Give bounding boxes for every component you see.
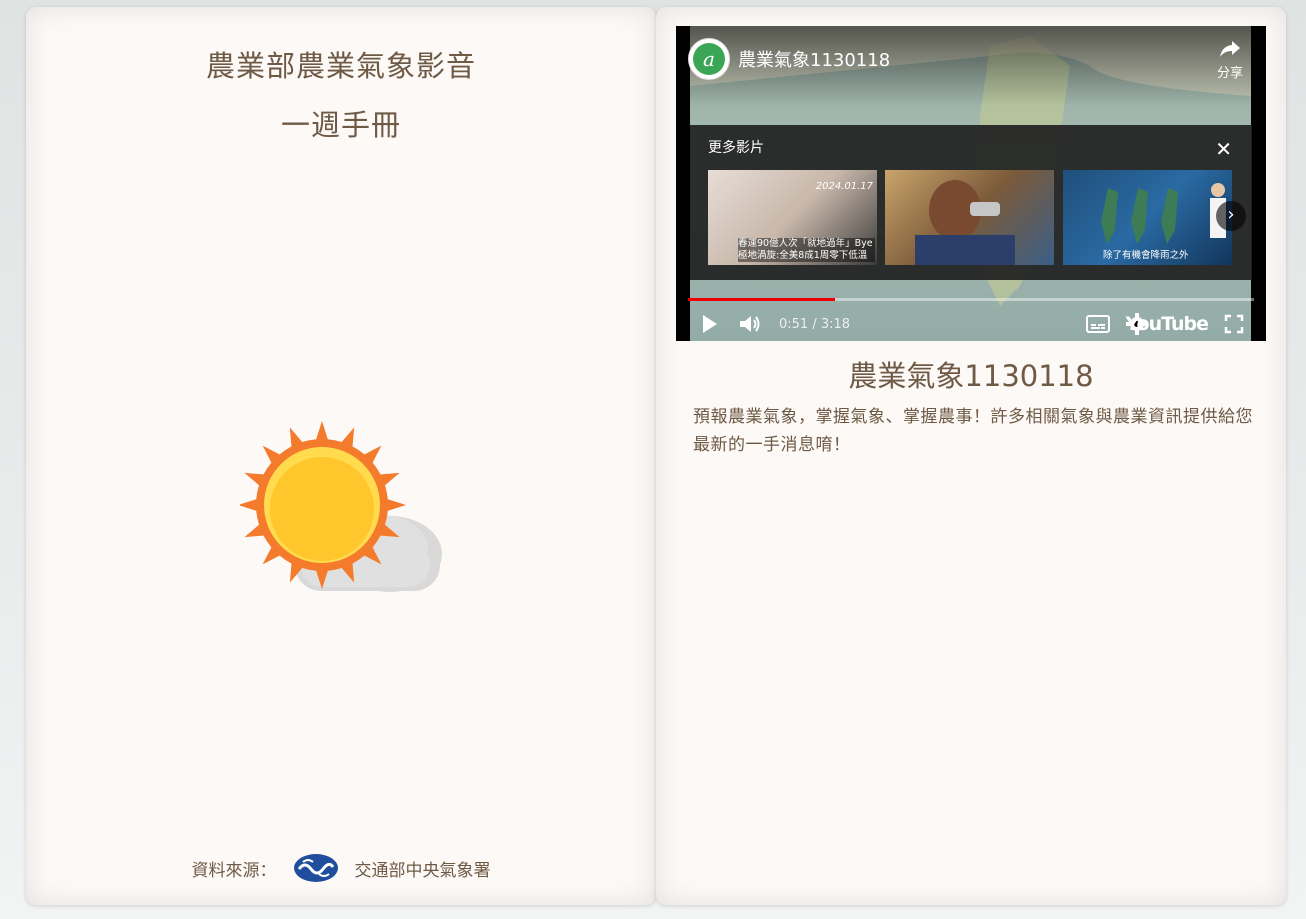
video-title[interactable]: 農業氣象1130118 <box>738 46 890 72</box>
right-page: a 農業氣象1130118 分享 更多影片 ✕ 2024.01.17 春運90億… <box>656 7 1286 905</box>
player-controls: 0:51 / 3:18 YouTube <box>676 308 1266 340</box>
video-thumbnail[interactable]: 除了有機會降雨之外 <box>1063 170 1232 265</box>
more-videos-panel: 更多影片 ✕ 2024.01.17 春運90億人次「就地過年」Bye 極地渦旋:… <box>690 125 1252 280</box>
play-button[interactable] <box>700 308 720 340</box>
thumbnail-caption: 除了有機會降雨之外 <box>1103 250 1189 261</box>
fullscreen-button[interactable] <box>1224 308 1244 340</box>
youtube-logo[interactable]: YouTube <box>1126 308 1209 340</box>
page-subtitle: 一週手冊 <box>280 108 401 142</box>
close-icon[interactable]: ✕ <box>1215 137 1232 161</box>
channel-logo-icon[interactable]: a <box>688 38 730 80</box>
subtitles-icon <box>1086 315 1110 333</box>
thumbnail-caption: 春運90億人次「就地過年」Bye 極地渦旋:全美8成1周零下低溫 <box>738 238 875 262</box>
page-title: 農業部農業氣象影音 <box>205 49 476 83</box>
article-title: 農業氣象1130118 <box>848 359 1094 393</box>
progress-bar[interactable] <box>688 298 1254 301</box>
share-label: 分享 <box>1216 66 1243 81</box>
chevron-right-icon[interactable]: › <box>1216 201 1246 231</box>
thumbnail-tag: 2024.01.17 <box>815 181 873 192</box>
svg-text:a: a <box>703 47 715 71</box>
data-source: 資料來源： 交通部中央氣象署 <box>26 853 656 883</box>
source-label: 資料來源： <box>191 860 277 881</box>
video-thumbnail[interactable] <box>885 170 1054 265</box>
captions-button[interactable] <box>1086 308 1110 340</box>
share-icon <box>1220 41 1240 57</box>
volume-icon <box>740 316 760 332</box>
play-icon <box>703 315 717 333</box>
time-display: 0:51 / 3:18 <box>779 316 851 332</box>
youtube-player[interactable]: a 農業氣象1130118 分享 更多影片 ✕ 2024.01.17 春運90億… <box>676 26 1266 341</box>
left-page: 農業部農業氣象影音 一週手冊 資料來源： 交通部中央氣象署 <box>26 7 656 905</box>
source-org: 交通部中央氣象署 <box>354 860 491 881</box>
more-videos-label: 更多影片 <box>708 140 764 156</box>
cwa-logo-icon <box>293 854 338 882</box>
article-description: 預報農業氣象，掌握氣象、掌握農事！許多相關氣象與農業資訊提供給您最新的一手消息唷… <box>693 407 1253 455</box>
fullscreen-icon <box>1224 314 1244 334</box>
share-button[interactable]: 分享 <box>1210 40 1250 81</box>
video-thumbnail[interactable]: 2024.01.17 春運90億人次「就地過年」Bye 極地渦旋:全美8成1周零… <box>708 170 877 265</box>
volume-button[interactable] <box>738 308 764 340</box>
sun-behind-cloud-icon <box>240 421 442 592</box>
progress-fill <box>688 298 836 301</box>
person-drinking-image <box>915 180 1015 265</box>
